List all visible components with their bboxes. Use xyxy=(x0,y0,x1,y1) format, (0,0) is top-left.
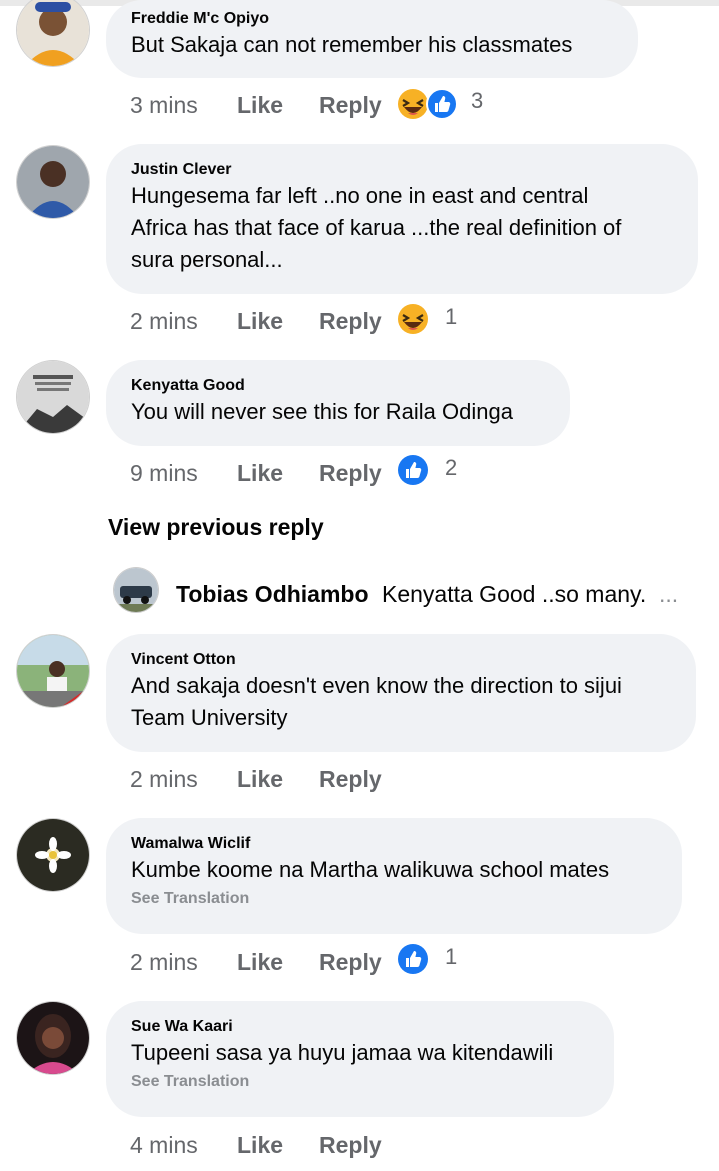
comment-text-line: Team University xyxy=(131,705,288,730)
comment-bubble: Justin Clever Hungesema far left ..no on… xyxy=(106,144,698,294)
avatar[interactable] xyxy=(17,146,89,218)
like-button[interactable]: Like xyxy=(237,762,283,796)
comment-author[interactable]: Kenyatta Good xyxy=(131,376,546,396)
comment-actions: 9 mins Like Reply 2 xyxy=(130,453,690,490)
see-translation-link[interactable]: See Translation xyxy=(131,888,658,910)
reaction-count: 3 xyxy=(471,88,484,113)
comment-text: Tupeeni sasa ya huyu jamaa wa kitendawil… xyxy=(131,1040,554,1065)
comment-author[interactable]: Wamalwa Wiclif xyxy=(131,834,658,854)
avatar[interactable] xyxy=(114,568,158,612)
reply-button[interactable]: Reply xyxy=(319,945,382,979)
like-reaction-icon xyxy=(426,88,458,120)
comment-text-line: sura personal... xyxy=(131,247,283,272)
comment-author[interactable]: Sue Wa Kaari xyxy=(131,1017,590,1037)
comment-bubble: Wamalwa Wiclif Kumbe koome na Martha wal… xyxy=(106,818,682,934)
haha-reaction-icon xyxy=(398,304,428,334)
comment-text: But Sakaja can not remember his classmat… xyxy=(131,32,573,57)
comment-text: Kumbe koome na Martha walikuwa school ma… xyxy=(131,857,610,882)
reaction-summary[interactable] xyxy=(397,302,431,336)
comment-time: 2 mins xyxy=(130,949,198,975)
comment-text-line: Africa has that face of karua ...the rea… xyxy=(131,215,622,240)
reply-button[interactable]: Reply xyxy=(319,88,382,122)
comment-bubble: Kenyatta Good You will never see this fo… xyxy=(106,360,570,446)
reply-author[interactable]: Tobias Odhiambo xyxy=(176,581,369,608)
comment-text-line: Hungesema far left ..no one in east and … xyxy=(131,183,589,208)
comment-author[interactable]: Freddie M'c Opiyo xyxy=(131,9,614,29)
comment-bubble: Sue Wa Kaari Tupeeni sasa ya huyu jamaa … xyxy=(106,1001,614,1117)
comment-time: 2 mins xyxy=(130,308,198,334)
reply-button[interactable]: Reply xyxy=(319,1128,382,1162)
view-previous-reply-link[interactable]: View previous reply xyxy=(108,514,324,541)
avatar[interactable] xyxy=(17,1002,89,1074)
like-reaction-icon xyxy=(398,944,428,974)
like-button[interactable]: Like xyxy=(237,304,283,338)
avatar[interactable] xyxy=(17,819,89,891)
comment-actions: 3 mins Like Reply 3 xyxy=(130,88,690,122)
reaction-summary[interactable] xyxy=(397,88,463,122)
avatar[interactable] xyxy=(17,0,89,66)
reply-button[interactable]: Reply xyxy=(319,304,382,338)
comment-time: 9 mins xyxy=(130,460,198,486)
reaction-summary[interactable] xyxy=(397,453,431,487)
comment-text: You will never see this for Raila Odinga xyxy=(131,399,513,424)
reply-ellipsis: ... xyxy=(659,581,679,607)
reaction-summary[interactable] xyxy=(397,942,431,976)
reaction-count: 2 xyxy=(445,455,458,480)
comment-actions: 2 mins Like Reply 1 xyxy=(130,304,690,338)
like-reaction-icon xyxy=(398,455,428,485)
comment-time: 4 mins xyxy=(130,1132,198,1158)
comment-text-line: And sakaja doesn't even know the directi… xyxy=(131,673,622,698)
comment-actions: 2 mins Like Reply 1 xyxy=(130,942,690,979)
comment-author[interactable]: Justin Clever xyxy=(131,160,674,180)
comment-time: 2 mins xyxy=(130,766,198,792)
avatar[interactable] xyxy=(17,635,89,707)
avatar[interactable] xyxy=(17,361,89,433)
reaction-count: 1 xyxy=(445,944,458,969)
reply-button[interactable]: Reply xyxy=(319,456,382,490)
comment-actions: 4 mins Like Reply xyxy=(130,1128,430,1162)
see-translation-link[interactable]: See Translation xyxy=(131,1071,590,1093)
reaction-count: 1 xyxy=(445,304,458,329)
like-button[interactable]: Like xyxy=(237,456,283,490)
reply-text: Kenyatta Good ..so many. xyxy=(382,581,647,607)
reply-button[interactable]: Reply xyxy=(319,762,382,796)
haha-reaction-icon xyxy=(398,89,428,119)
comment-time: 3 mins xyxy=(130,92,198,118)
like-button[interactable]: Like xyxy=(237,945,283,979)
comment-bubble: Freddie M'c Opiyo But Sakaja can not rem… xyxy=(106,0,638,78)
like-button[interactable]: Like xyxy=(237,1128,283,1162)
like-button[interactable]: Like xyxy=(237,88,283,122)
reply-preview[interactable]: Tobias Odhiambo Kenyatta Good ..so many.… xyxy=(114,568,714,612)
comment-bubble: Vincent Otton And sakaja doesn't even kn… xyxy=(106,634,696,752)
comment-author[interactable]: Vincent Otton xyxy=(131,650,672,670)
comment-actions: 2 mins Like Reply xyxy=(130,762,430,796)
